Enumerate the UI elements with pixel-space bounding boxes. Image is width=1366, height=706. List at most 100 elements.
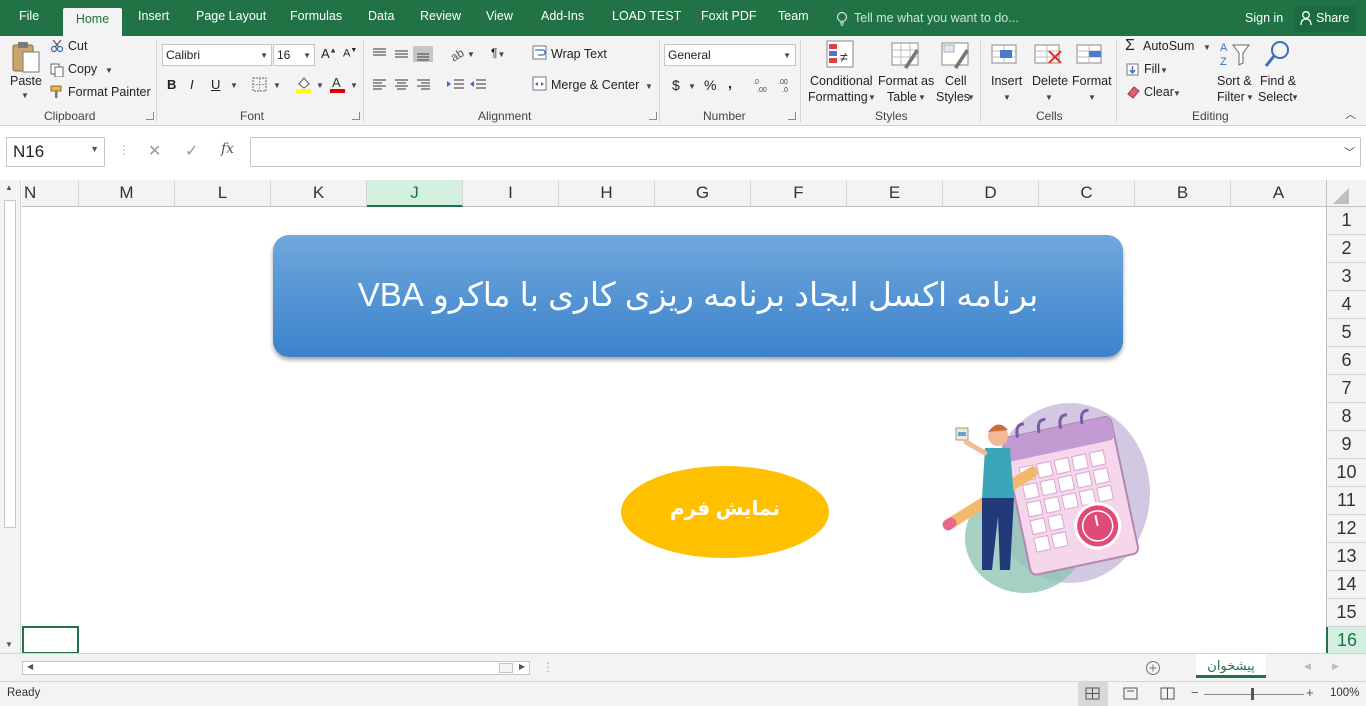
delete-cells-icon[interactable] bbox=[1033, 39, 1065, 71]
new-sheet-icon[interactable] bbox=[1145, 660, 1161, 676]
scroll-down-icon[interactable]: ▼ bbox=[5, 640, 13, 649]
sheet-tab-dashboard[interactable]: پیشخوان bbox=[1196, 654, 1266, 678]
sort-filter-label[interactable]: Sort & bbox=[1217, 74, 1252, 88]
wrap-text-button[interactable]: Wrap Text bbox=[551, 47, 607, 61]
row-header-6[interactable]: 6 bbox=[1326, 347, 1366, 375]
row-header-16[interactable]: 16 bbox=[1326, 627, 1366, 655]
tab-foxit-pdf[interactable]: Foxit PDF bbox=[701, 9, 757, 36]
name-box[interactable]: N16 ▼ bbox=[6, 137, 105, 167]
currency-button[interactable]: $ bbox=[672, 77, 680, 93]
horizontal-scroll-thumb[interactable] bbox=[499, 663, 513, 673]
font-color-icon[interactable]: A bbox=[329, 75, 347, 93]
horizontal-align-icons[interactable] bbox=[371, 77, 437, 93]
fill-color-dropdown-icon[interactable]: ▼ bbox=[316, 81, 324, 90]
column-header-h[interactable]: H bbox=[559, 180, 655, 207]
vertical-scroll-thumb[interactable] bbox=[4, 200, 16, 528]
zoom-out-icon[interactable]: − bbox=[1191, 685, 1199, 700]
format-as-table-label-2[interactable]: Table bbox=[887, 90, 917, 104]
row-header-9[interactable]: 9 bbox=[1326, 431, 1366, 459]
expand-formula-icon[interactable]: ﹀ bbox=[1344, 144, 1355, 160]
tab-home[interactable]: Home bbox=[63, 8, 122, 36]
tab-team[interactable]: Team bbox=[778, 9, 809, 36]
normal-view-button[interactable] bbox=[1078, 682, 1108, 706]
cancel-icon[interactable]: ✕ bbox=[148, 141, 161, 161]
tab-insert[interactable]: Insert bbox=[138, 9, 169, 36]
increase-font-icon[interactable]: A▲ bbox=[321, 46, 337, 61]
cut-button[interactable]: Cut bbox=[68, 39, 87, 53]
italic-button[interactable]: I bbox=[190, 77, 194, 92]
column-header-b[interactable]: B bbox=[1135, 180, 1231, 207]
tab-page-layout[interactable]: Page Layout bbox=[196, 9, 266, 36]
row-header-7[interactable]: 7 bbox=[1326, 375, 1366, 403]
conditional-formatting-icon[interactable]: ≠ bbox=[825, 39, 857, 71]
formula-input[interactable]: ﹀ bbox=[250, 137, 1361, 167]
fill-button[interactable]: Fill bbox=[1144, 62, 1160, 76]
row-header-5[interactable]: 5 bbox=[1326, 319, 1366, 347]
column-header-m[interactable]: M bbox=[79, 180, 175, 207]
find-select-label[interactable]: Find & bbox=[1260, 74, 1296, 88]
clipboard-launcher-icon[interactable] bbox=[146, 112, 154, 120]
sort-filter-label-2[interactable]: Filter bbox=[1217, 90, 1245, 104]
paste-button[interactable]: Paste bbox=[10, 74, 42, 88]
scroll-right-icon[interactable]: ▶ bbox=[519, 662, 525, 671]
cell-styles-label[interactable]: Cell bbox=[945, 74, 967, 88]
find-select-icon[interactable] bbox=[1263, 39, 1295, 71]
row-header-1[interactable]: 1 bbox=[1326, 207, 1366, 235]
tab-review[interactable]: Review bbox=[420, 9, 461, 36]
tab-formulas[interactable]: Formulas bbox=[290, 9, 342, 36]
conditional-formatting-label[interactable]: Conditional bbox=[810, 74, 873, 88]
zoom-in-icon[interactable]: + bbox=[1306, 685, 1314, 700]
row-header-15[interactable]: 15 bbox=[1326, 599, 1366, 627]
delete-cells-button[interactable]: Delete bbox=[1032, 74, 1068, 88]
split-grip-icon[interactable]: ⋮ bbox=[542, 660, 554, 674]
font-name-select[interactable]: Calibri ▼ bbox=[162, 44, 272, 66]
merge-dropdown-icon[interactable]: ▼ bbox=[645, 82, 653, 91]
prev-sheet-icon[interactable]: ◀ bbox=[1304, 661, 1311, 672]
column-header-f[interactable]: F bbox=[751, 180, 847, 207]
horizontal-scrollbar[interactable]: ◀ ▶ bbox=[22, 661, 530, 675]
column-header-l[interactable]: L bbox=[175, 180, 271, 207]
row-header-10[interactable]: 10 bbox=[1326, 459, 1366, 487]
format-as-table-label[interactable]: Format as bbox=[878, 74, 934, 88]
row-header-8[interactable]: 8 bbox=[1326, 403, 1366, 431]
scroll-left-icon[interactable]: ◀ bbox=[27, 662, 33, 671]
insert-cells-button[interactable]: Insert bbox=[991, 74, 1022, 88]
borders-dropdown-icon[interactable]: ▼ bbox=[273, 81, 281, 90]
sign-in-link[interactable]: Sign in bbox=[1245, 11, 1283, 25]
underline-dropdown-icon[interactable]: ▼ bbox=[230, 81, 238, 90]
format-cells-button[interactable]: Format bbox=[1072, 74, 1112, 88]
text-direction-icon[interactable]: ¶▼ bbox=[491, 46, 505, 60]
orientation-dropdown-icon[interactable]: ▼ bbox=[467, 50, 475, 59]
sort-filter-icon[interactable]: A Z bbox=[1219, 39, 1251, 71]
find-select-label-2[interactable]: Select bbox=[1258, 90, 1293, 104]
row-header-11[interactable]: 11 bbox=[1326, 487, 1366, 515]
insert-function-icon[interactable]: fx bbox=[221, 141, 234, 157]
merge-center-button[interactable]: Merge & Center bbox=[551, 78, 639, 92]
currency-dropdown-icon[interactable]: ▼ bbox=[688, 82, 696, 91]
scroll-up-icon[interactable]: ▲ bbox=[5, 183, 13, 192]
number-launcher-icon[interactable] bbox=[788, 112, 796, 120]
row-header-4[interactable]: 4 bbox=[1326, 291, 1366, 319]
tab-load-test[interactable]: LOAD TEST bbox=[612, 9, 681, 36]
collapse-ribbon-icon[interactable]: ︿ bbox=[1345, 106, 1356, 122]
indent-icons[interactable] bbox=[446, 77, 488, 93]
font-launcher-icon[interactable] bbox=[352, 112, 360, 120]
decrease-font-icon[interactable]: A▼ bbox=[343, 47, 357, 60]
column-header-n[interactable]: N bbox=[22, 180, 79, 207]
tab-view[interactable]: View bbox=[486, 9, 513, 36]
column-header-c[interactable]: C bbox=[1039, 180, 1135, 207]
insert-cells-icon[interactable] bbox=[990, 39, 1022, 71]
column-header-d[interactable]: D bbox=[943, 180, 1039, 207]
underline-button[interactable]: U bbox=[211, 77, 220, 92]
row-header-12[interactable]: 12 bbox=[1326, 515, 1366, 543]
copy-dropdown-icon[interactable]: ▼ bbox=[105, 66, 113, 75]
conditional-formatting-label-2[interactable]: Formatting bbox=[808, 90, 868, 104]
enter-icon[interactable]: ✓ bbox=[185, 141, 198, 161]
clear-dropdown-icon[interactable]: ▼ bbox=[1173, 89, 1181, 98]
comma-button[interactable]: , bbox=[728, 75, 732, 91]
share-button[interactable]: Share bbox=[1294, 6, 1356, 32]
copy-button[interactable]: Copy bbox=[68, 62, 97, 76]
clear-button[interactable]: Clear bbox=[1144, 85, 1174, 99]
column-header-i[interactable]: I bbox=[463, 180, 559, 207]
selected-cell-n16[interactable] bbox=[22, 626, 79, 654]
